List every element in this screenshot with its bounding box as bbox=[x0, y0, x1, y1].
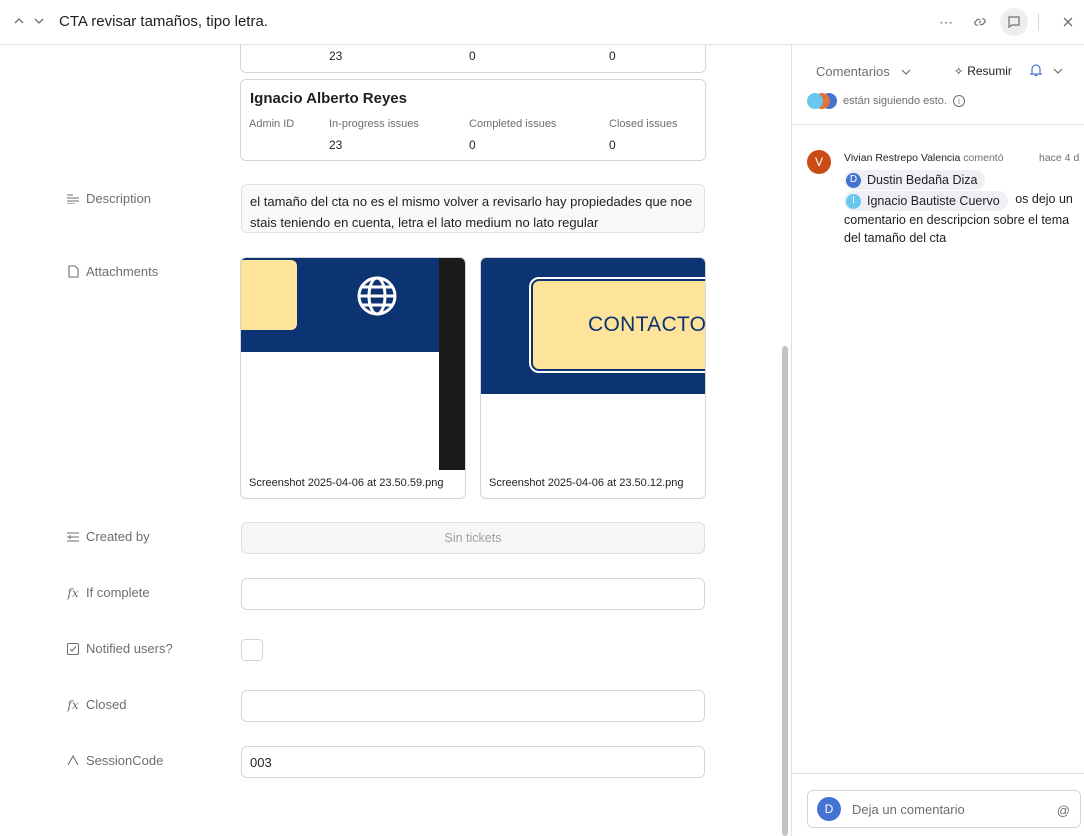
cta-button-text: CONTACTO bbox=[588, 313, 706, 336]
session-code-field[interactable]: 003 bbox=[241, 746, 705, 778]
task-title[interactable]: CTA revisar tamaños, tipo letra. bbox=[59, 13, 268, 30]
if-complete-label: fx If complete bbox=[67, 585, 150, 600]
created-by-label: Created by bbox=[66, 529, 150, 544]
in-progress-value: 23 bbox=[329, 138, 343, 152]
comment-header: Vivian Restrepo Valencia comentó hace 4 … bbox=[844, 152, 1084, 164]
attachments-label: Attachments bbox=[66, 264, 158, 279]
user-card: Ignacio Alberto Reyes Admin ID In-progre… bbox=[240, 79, 706, 161]
followers-text: están siguiendo esto. bbox=[843, 95, 947, 107]
completed-value: 0 bbox=[469, 49, 476, 63]
mention-chip[interactable]: D Dustin Bedaña Diza bbox=[844, 170, 986, 190]
cta-button-preview: CONTACTO bbox=[529, 277, 706, 373]
in-progress-header: In-progress issues bbox=[329, 118, 419, 130]
author-name[interactable]: Vivian Restrepo Valencia bbox=[844, 152, 960, 164]
closed-value: 0 bbox=[609, 138, 616, 152]
mention-at-icon[interactable]: @ bbox=[1057, 803, 1070, 818]
user-card: 23 0 0 bbox=[240, 45, 706, 73]
comment-text: os dejo un bbox=[1015, 192, 1073, 206]
close-icon[interactable] bbox=[1058, 12, 1078, 32]
session-code-label: SessionCode bbox=[66, 753, 163, 768]
chevron-down-icon[interactable] bbox=[32, 14, 46, 28]
in-progress-value: 23 bbox=[329, 49, 343, 63]
description-icon bbox=[66, 192, 80, 206]
text-type-icon bbox=[66, 754, 80, 768]
task-header: CTA revisar tamaños, tipo letra. ⋯ bbox=[0, 0, 1084, 45]
bell-icon[interactable] bbox=[1028, 62, 1044, 78]
cta-button-preview bbox=[241, 260, 297, 330]
description-label: Description bbox=[66, 191, 151, 206]
mention-chip[interactable]: I Ignacio Bautiste Cuervo bbox=[844, 191, 1008, 211]
comment-input-placeholder: Deja un comentario bbox=[852, 801, 965, 817]
file-icon bbox=[66, 265, 80, 279]
comments-tab-label: Comentarios bbox=[816, 64, 890, 79]
chevron-down-icon bbox=[901, 69, 911, 75]
panel-separator bbox=[792, 124, 1084, 125]
notified-users-checkbox[interactable] bbox=[241, 639, 263, 661]
comment-text: comentario en descripcion sobre el tema … bbox=[844, 213, 1070, 245]
comment-action: comentó bbox=[963, 152, 1004, 164]
completed-value: 0 bbox=[469, 138, 476, 152]
info-icon[interactable]: i bbox=[952, 95, 965, 107]
if-complete-field[interactable] bbox=[241, 578, 705, 610]
checkbox-icon bbox=[66, 642, 80, 656]
closed-value: 0 bbox=[609, 49, 616, 63]
header-divider bbox=[1038, 13, 1039, 31]
closed-field[interactable] bbox=[241, 690, 705, 722]
task-details: 23 0 0 Ignacio Alberto Reyes Admin ID In… bbox=[0, 45, 791, 836]
attachment-thumbnail[interactable]: Screenshot 2025-04-06 at 23.50.59.png bbox=[240, 257, 466, 499]
closed-header: Closed issues bbox=[609, 118, 678, 130]
created-by-icon bbox=[66, 530, 80, 544]
panel-separator bbox=[792, 773, 1084, 774]
mention-avatar: I bbox=[846, 193, 861, 209]
chevron-down-icon[interactable] bbox=[1052, 65, 1064, 77]
follower-avatar bbox=[807, 93, 823, 109]
dark-edge bbox=[439, 258, 465, 470]
globe-icon bbox=[357, 276, 397, 316]
formula-icon: fx bbox=[67, 585, 79, 600]
comment-time: hace 4 d bbox=[1039, 152, 1080, 164]
current-user-avatar: D bbox=[817, 797, 841, 821]
description-field[interactable]: el tamaño del cta no es el mismo volver … bbox=[241, 184, 705, 233]
created-by-field[interactable]: Sin tickets bbox=[241, 522, 705, 554]
chevron-up-icon[interactable] bbox=[12, 14, 26, 28]
comment-input[interactable]: D Deja un comentario @ bbox=[807, 790, 1081, 828]
comments-tab[interactable]: Comentarios bbox=[816, 64, 912, 79]
user-name: Ignacio Alberto Reyes bbox=[250, 90, 407, 107]
formula-icon: fx bbox=[67, 697, 79, 712]
attachment-filename: Screenshot 2025-04-06 at 23.50.12.png bbox=[489, 477, 684, 489]
created-by-value: Sin tickets bbox=[444, 531, 502, 545]
summarize-button[interactable]: ✧ Resumir bbox=[954, 64, 1012, 78]
mention-avatar: D bbox=[846, 172, 861, 188]
scrollbar[interactable] bbox=[782, 346, 788, 836]
sparkle-icon: ✧ bbox=[954, 65, 964, 78]
link-icon[interactable] bbox=[970, 12, 990, 32]
session-code-value: 003 bbox=[250, 755, 272, 770]
notified-users-label: Notified users? bbox=[66, 641, 173, 656]
followers[interactable]: están siguiendo esto. i bbox=[807, 93, 965, 109]
comments-panel: Comentarios ✧ Resumir están siguiendo es… bbox=[792, 45, 1084, 836]
closed-label: fx Closed bbox=[67, 697, 127, 712]
attachment-filename: Screenshot 2025-04-06 at 23.50.59.png bbox=[249, 477, 444, 489]
comment-toggle-icon[interactable] bbox=[1000, 8, 1028, 36]
author-avatar[interactable]: V bbox=[807, 150, 831, 174]
comment-body: D Dustin Bedaña Diza I Ignacio Bautiste … bbox=[844, 169, 1084, 247]
admin-id-header: Admin ID bbox=[249, 118, 295, 130]
more-icon[interactable]: ⋯ bbox=[936, 12, 956, 32]
attachment-thumbnail[interactable]: CONTACTO Screenshot 2025-04-06 at 23.50.… bbox=[480, 257, 706, 499]
completed-header: Completed issues bbox=[469, 118, 557, 130]
